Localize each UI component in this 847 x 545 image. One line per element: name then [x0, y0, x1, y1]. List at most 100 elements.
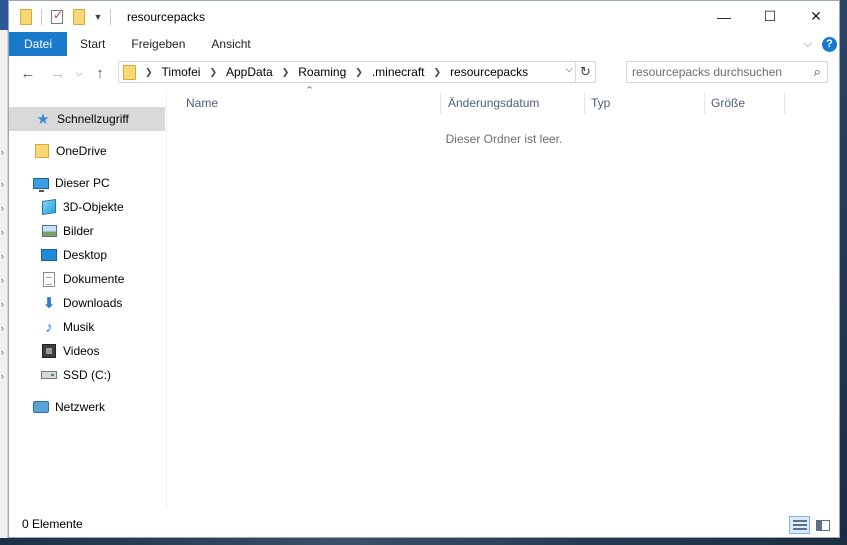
title-bar: ▼ resourcepacks — ☐ ✕: [9, 1, 839, 32]
view-switcher: [787, 516, 833, 534]
ribbon-right-controls: ⌵ ?: [804, 32, 837, 56]
desktop-background-bottom: [0, 538, 847, 545]
sidebar-item-desktop[interactable]: Desktop: [9, 243, 107, 267]
breadcrumb-item[interactable]: AppData: [226, 65, 273, 79]
sidebar-item-ssd-drive[interactable]: SSD (C:): [9, 363, 111, 387]
address-dropdown-icon[interactable]: ⌵: [565, 64, 573, 75]
minimize-button[interactable]: —: [701, 1, 747, 32]
breadcrumb-chevron-icon[interactable]: ❯: [434, 67, 442, 78]
sidebar-item-label: Dokumente: [63, 272, 125, 286]
breadcrumb: ❯ Timofei ❯ AppData ❯ Roaming ❯ .minecra…: [136, 65, 528, 79]
column-divider[interactable]: [440, 92, 441, 114]
pictures-icon: [41, 223, 57, 239]
desktop-background-right: [840, 0, 847, 545]
star-icon: ★: [36, 111, 50, 128]
sidebar-item-onedrive[interactable]: OneDrive: [9, 139, 107, 163]
sidebar-item-downloads[interactable]: ⬇ Downloads: [9, 291, 123, 315]
sidebar-item-label: Musik: [63, 320, 95, 334]
sidebar-item-label: Videos: [63, 344, 100, 358]
document-icon: [41, 271, 57, 287]
folder-icon[interactable]: [17, 7, 35, 27]
column-header-size[interactable]: Größe: [711, 90, 781, 116]
navigation-pane: ★ Schnellzugriff OneDrive Dieser PC 3D-O…: [9, 90, 167, 509]
search-input[interactable]: [632, 65, 802, 79]
recent-locations-chevron-icon[interactable]: ⌵: [71, 60, 87, 86]
sidebar-item-label: Dieser PC: [55, 176, 110, 190]
tab-view[interactable]: Ansicht: [198, 32, 263, 56]
back-arrow-icon[interactable]: ←: [15, 60, 41, 86]
sidebar-item-label: Bilder: [63, 224, 94, 238]
sidebar-item-this-pc[interactable]: Dieser PC: [9, 171, 110, 195]
window-controls: — ☐ ✕: [701, 1, 839, 32]
address-bar[interactable]: ❯ Timofei ❯ AppData ❯ Roaming ❯ .minecra…: [118, 61, 596, 83]
breadcrumb-item[interactable]: resourcepacks: [450, 65, 528, 79]
sidebar-item-label: OneDrive: [56, 144, 107, 158]
sidebar-item-label: Netzwerk: [55, 400, 106, 414]
column-header-type[interactable]: Typ: [591, 90, 701, 116]
sidebar-item-label: Downloads: [63, 296, 123, 310]
sidebar-item-music[interactable]: ♪ Musik: [9, 315, 94, 339]
sidebar-item-label: 3D-Objekte: [63, 200, 124, 214]
explorer-window: ▼ resourcepacks — ☐ ✕ Datei Start Freige…: [8, 0, 840, 538]
breadcrumb-item[interactable]: Roaming: [298, 65, 346, 79]
folder-icon: [34, 143, 50, 159]
status-bar: 0 Elemente: [9, 509, 839, 537]
background-window-title: [0, 0, 8, 30]
sidebar-item-label: Desktop: [63, 248, 108, 262]
sidebar-item-label: SSD (C:): [63, 368, 111, 382]
new-folder-icon[interactable]: [70, 7, 88, 27]
help-icon[interactable]: ?: [822, 36, 837, 52]
window-title: resourcepacks: [127, 9, 206, 24]
download-arrow-icon: ⬇: [42, 295, 56, 312]
search-icon[interactable]: ⌕: [814, 64, 821, 80]
tab-share[interactable]: Freigeben: [118, 32, 198, 56]
folder-icon: [123, 64, 136, 80]
file-list: ⌃ Name Änderungsdatum Typ Größe Dieser O…: [167, 85, 839, 509]
details-view-icon[interactable]: [789, 516, 810, 534]
refresh-icon[interactable]: ↻: [575, 61, 596, 83]
ribbon-tabs: Datei Start Freigeben Ansicht ⌵ ?: [9, 32, 839, 56]
forward-arrow-icon[interactable]: →: [45, 60, 71, 86]
large-icons-view-icon[interactable]: [812, 516, 833, 534]
tab-file[interactable]: Datei: [9, 32, 68, 56]
sidebar-item-pictures[interactable]: Bilder: [9, 219, 94, 243]
up-arrow-icon[interactable]: ↑: [87, 60, 113, 86]
film-icon: [41, 343, 57, 359]
background-window-strip: › › › › › › › › › ›: [0, 0, 8, 545]
toolbar-separator: [110, 8, 111, 25]
toolbar-separator: [41, 8, 42, 25]
breadcrumb-item[interactable]: Timofei: [162, 65, 201, 79]
sidebar-item-videos[interactable]: Videos: [9, 339, 99, 363]
column-header-name[interactable]: Name: [186, 90, 438, 116]
column-divider[interactable]: [584, 92, 585, 114]
computer-icon: [33, 175, 49, 192]
desktop-icon: [41, 247, 57, 263]
expand-ribbon-chevron-icon[interactable]: ⌵: [804, 38, 812, 51]
empty-folder-message: Dieser Ordner ist leer.: [445, 132, 563, 146]
navigation-row: ← → ⌵ ↑ ❯ Timofei ❯ AppData ❯ Roaming ❯ …: [9, 56, 839, 90]
network-icon: [33, 399, 49, 415]
tab-start[interactable]: Start: [67, 32, 118, 56]
sidebar-item-network[interactable]: Netzwerk: [9, 395, 105, 419]
properties-check-icon[interactable]: [48, 7, 66, 27]
column-divider[interactable]: [704, 92, 705, 114]
sidebar-item-documents[interactable]: Dokumente: [9, 267, 124, 291]
item-count: 0 Elemente: [22, 517, 83, 531]
customize-toolbar-dropdown-icon[interactable]: ▼: [92, 7, 104, 27]
music-note-icon: ♪: [45, 318, 53, 336]
breadcrumb-chevron-icon[interactable]: ❯: [282, 67, 290, 78]
column-divider[interactable]: [784, 92, 785, 114]
breadcrumb-chevron-icon[interactable]: ❯: [209, 67, 217, 78]
breadcrumb-item[interactable]: .minecraft: [372, 65, 425, 79]
sidebar-item-label: Schnellzugriff: [57, 112, 129, 126]
breadcrumb-chevron-icon[interactable]: ❯: [355, 67, 363, 78]
cube-icon: [41, 199, 57, 215]
column-header-modified[interactable]: Änderungsdatum: [448, 90, 582, 116]
maximize-button[interactable]: ☐: [747, 1, 793, 32]
breadcrumb-chevron-icon[interactable]: ❯: [145, 67, 153, 78]
sidebar-item-quick-access[interactable]: ★ Schnellzugriff: [9, 107, 165, 131]
close-button[interactable]: ✕: [793, 1, 839, 32]
sidebar-item-3d-objects[interactable]: 3D-Objekte: [9, 195, 124, 219]
quick-access-toolbar: ▼: [9, 1, 108, 32]
search-box[interactable]: ⌕: [626, 61, 828, 83]
